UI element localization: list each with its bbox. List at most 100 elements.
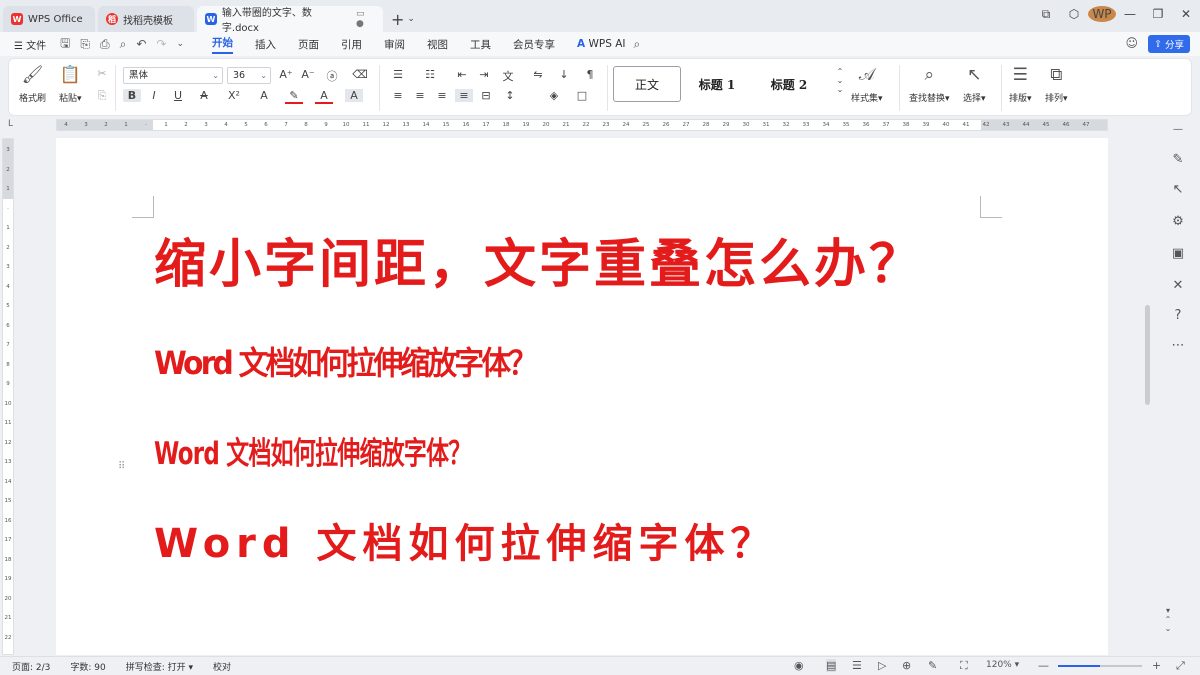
style-heading-2[interactable]: 标题 2 [753,66,825,102]
pen-icon[interactable]: ✎ [1170,152,1186,167]
fullscreen-icon[interactable]: ⤢ [1176,659,1185,673]
help-icon[interactable]: ? [1170,308,1186,323]
adjust-icon[interactable]: ⚙ [1170,214,1186,229]
tab-switch-icon[interactable]: ⧉ [1032,7,1060,22]
chinese-layout-icon[interactable]: 文 [499,68,517,84]
sort-icon[interactable]: ↓ [555,68,573,81]
align-left-icon[interactable]: ≡ [389,89,407,102]
new-tab-button[interactable]: + ⌄ [391,6,415,32]
justify-icon[interactable]: ≡ [455,89,473,102]
distribute-icon[interactable]: ⊟ [477,89,495,102]
undo-icon[interactable]: ↶ [136,37,146,51]
page-view-icon[interactable]: ▤ [826,659,837,672]
close-icon[interactable]: ✕ [1172,7,1200,21]
play-icon[interactable]: ▷ [878,659,886,672]
vertical-ruler[interactable]: 3 2 1 · 1 2 3 4 5 6 7 8 9 10 11 12 13 14 15 16 17 18 19 20 21 22 [2,138,14,655]
arrange-button[interactable]: ⧉ 排列▾ [1045,65,1068,104]
page-nav-icon[interactable]: ▾ ⌃ ⌄ [1160,606,1176,633]
horizontal-ruler[interactable]: 4 3 2 1 · 1 2 3 4 5 6 7 8 9 10 11 12 13 14 15 16 17 18 19 20 21 22… [56,119,1108,131]
doc-line-1[interactable]: 缩小字间距，文字重叠怎么办？ [154,222,924,297]
copy-icon[interactable]: ⎘ [93,89,111,103]
tab-document[interactable]: W 输入带圈的文字、数字.docx ▭ ● [197,6,383,34]
cut-icon[interactable]: ✂ [93,67,111,80]
style-heading-1[interactable]: 标题 1 [681,66,753,102]
decrease-indent-icon[interactable]: ⇤ [453,68,471,81]
show-marks-icon[interactable]: ¶ [581,68,599,81]
highlight-icon[interactable]: ✎ [285,89,303,104]
align-center-icon[interactable]: ≡ [411,89,429,102]
share-button[interactable]: ⇪ 分享 [1148,35,1190,53]
eye-icon[interactable]: ◉ [794,659,804,672]
phonetic-icon[interactable]: ⓐ [323,68,341,84]
save-icon[interactable]: 🖫 [60,34,70,55]
menu-tools[interactable]: 工具 [470,37,491,52]
text-effect-icon[interactable]: A [255,89,273,102]
quick-access-more-icon[interactable]: ⌄ [176,39,184,49]
pen-mode-icon[interactable]: ✎ [928,659,937,672]
print-icon[interactable]: ⎙ [100,37,110,52]
zoom-slider[interactable] [1058,665,1142,667]
tab-wps-office[interactable]: W WPS Office [3,6,95,32]
collapse-icon[interactable]: — [1170,124,1186,135]
web-view-icon[interactable]: ⊕ [902,659,911,672]
page-count[interactable]: 页面: 2/3 [12,660,50,673]
paste-button[interactable]: 📋 粘贴▾ [59,65,82,104]
tab-docer-templates[interactable]: 稻 找稻壳模板 [98,6,194,32]
cube-icon[interactable]: ⬡ [1060,7,1088,21]
tab-options-icon[interactable]: ▭ ● [356,9,375,29]
border-icon[interactable]: □ [573,89,591,102]
export-icon[interactable]: ⎘ [80,37,90,52]
italic-icon[interactable]: I [145,89,163,102]
format-painter-button[interactable]: 🖌 格式刷 [19,65,46,104]
text-direction-icon[interactable]: ⇋ [529,68,547,81]
image-icon[interactable]: ▣ [1170,246,1186,261]
doc-line-3[interactable]: Word 文档如何拉伸缩放字体？ [154,428,471,473]
shading-icon[interactable]: ◈ [545,89,563,102]
char-shading-icon[interactable]: A [345,89,363,102]
line-spacing-icon[interactable]: ↕ [501,89,519,102]
more-icon[interactable]: ⋯ [1170,338,1186,353]
shrink-font-icon[interactable]: A⁻ [299,68,317,81]
doc-line-4[interactable]: Word 文档如何拉伸缩字体？ [154,511,776,569]
zoom-out-icon[interactable]: — [1038,659,1049,672]
style-gallery-scroll-icon[interactable]: ⌃ ⌄ ⌄ [831,67,849,94]
minimize-icon[interactable]: — [1116,7,1144,21]
bullet-list-icon[interactable]: ☰ [389,68,407,81]
strikethrough-icon[interactable]: A [195,89,213,102]
menu-member[interactable]: 会员专享 [513,37,555,52]
select-button[interactable]: ↖ 选择▾ [963,65,986,104]
chat-icon[interactable]: ☺ [1125,36,1138,50]
find-replace-button[interactable]: ⌕ 查找替换▾ [909,65,950,104]
drag-handle-icon[interactable]: ⠿ [118,461,125,472]
zoom-in-icon[interactable]: + [1152,659,1161,672]
tab-stop-icon[interactable]: L [8,119,13,129]
clear-format-icon[interactable]: ⌫ [351,68,369,81]
numbered-list-icon[interactable]: ☷ [421,68,439,81]
bold-icon[interactable]: B [123,89,141,102]
align-right-icon[interactable]: ≡ [433,89,451,102]
style-normal[interactable]: 正文 [613,66,681,102]
menu-references[interactable]: 引用 [341,37,362,52]
redo-icon[interactable]: ↷ [156,37,166,51]
vertical-scrollbar[interactable] [1145,305,1150,405]
tools-icon[interactable]: ✕ [1170,278,1186,293]
menu-page[interactable]: 页面 [298,37,319,52]
proofread[interactable]: 校对 [213,660,231,673]
font-color-icon[interactable]: A [315,89,333,104]
spell-check[interactable]: 拼写检查: 打开 ▾ [126,660,193,673]
document-page[interactable]: 缩小字间距，文字重叠怎么办？ Word 文档如何拉伸缩放字体？ ⠿ Word 文… [56,138,1108,655]
file-menu[interactable]: ☰ 文件 [14,37,46,52]
style-set-button[interactable]: 𝒜 样式集▾ [851,65,883,104]
menu-review[interactable]: 审阅 [384,37,405,52]
wps-ai-button[interactable]: A WPS AI [577,38,625,50]
fit-window-icon[interactable]: ⛶ [960,659,968,673]
word-count[interactable]: 字数: 90 [70,660,105,673]
grow-font-icon[interactable]: A⁺ [277,68,295,81]
increase-indent-icon[interactable]: ⇥ [475,68,493,81]
font-name-select[interactable]: 黑体 ⌄ [123,67,223,84]
search-icon[interactable]: ⌕ [634,37,641,52]
pointer-icon[interactable]: ↖ [1170,182,1186,197]
restore-icon[interactable]: ❐ [1144,7,1172,21]
doc-line-2[interactable]: Word 文档如何拉伸缩放字体？ [154,338,538,384]
menu-home[interactable]: 开始 [212,35,234,54]
